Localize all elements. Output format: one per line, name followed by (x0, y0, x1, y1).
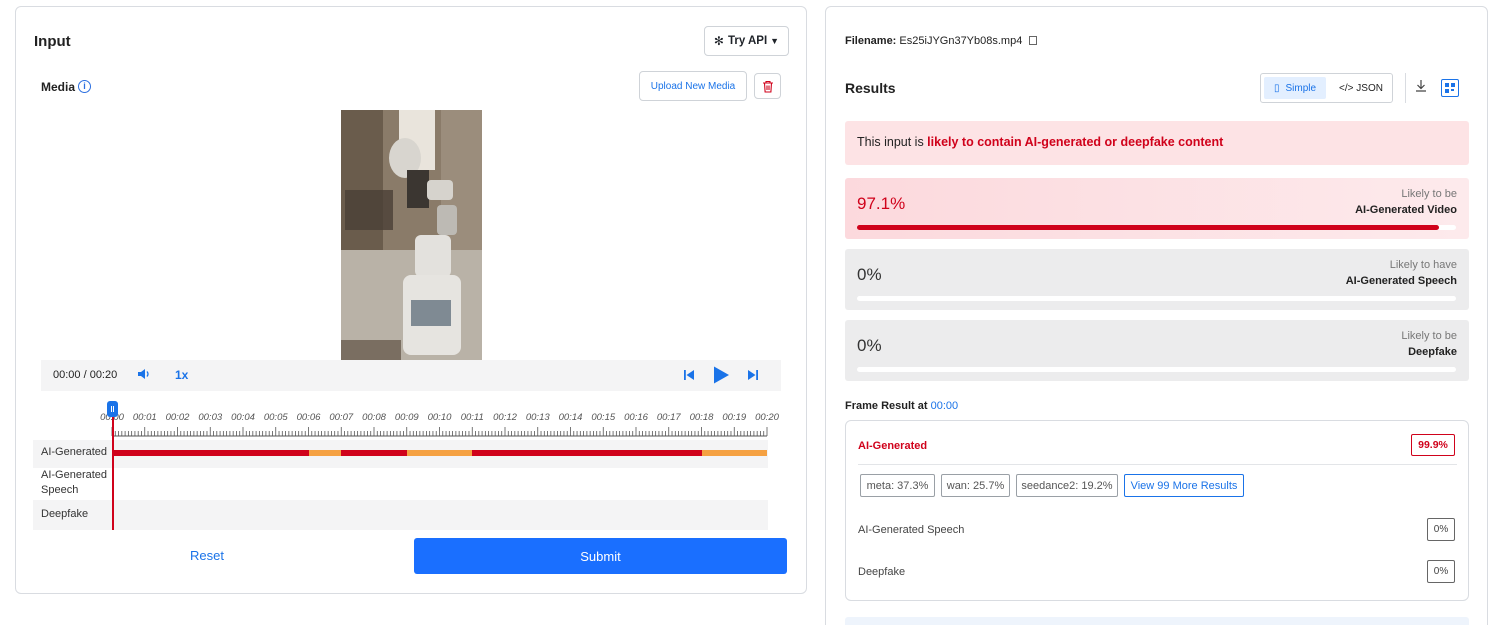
score-pct-deepfake: 0% (857, 336, 882, 355)
score-bar-ai-video (857, 225, 1456, 230)
frame-result-label: Frame Result at (845, 400, 931, 412)
view-simple-label: Simple (1285, 82, 1317, 94)
frame-speech-pct-badge: 0% (1427, 518, 1455, 541)
score-line2-ai-speech: AI-Generated Speech (1345, 275, 1457, 287)
timeline-ticks (111, 427, 768, 437)
download-icon[interactable] (1414, 79, 1428, 98)
submit-button[interactable]: Submit (414, 538, 787, 574)
results-title: Results (845, 80, 896, 96)
playhead-handle[interactable] (107, 401, 118, 417)
view-toggle: ▯ Simple </> JSON (1260, 73, 1393, 103)
score-line1-deepfake: Likely to be (1401, 330, 1457, 342)
score-pct-ai-video: 97.1% (857, 194, 906, 213)
alert-prefix: This input is (857, 135, 928, 149)
row-label-ai-generated: AI-Generated (41, 446, 108, 458)
frame-ai-label: AI-Generated (858, 440, 928, 452)
track-deepfake (33, 500, 768, 530)
divider (1405, 73, 1406, 103)
view-more-results-button[interactable]: View 99 More Results (1124, 474, 1244, 497)
score-line1-ai-speech: Likely to have (1389, 259, 1457, 271)
model-chip-wan: wan: 25.7% (941, 474, 1010, 497)
copy-icon[interactable] (1029, 36, 1038, 45)
results-panel: Filename: Es25iJYGn37Yb08s.mp4 Results ▯… (825, 6, 1488, 625)
score-card-deepfake: 0% Likely to be Deepfake (845, 320, 1469, 381)
row-label-deepfake: Deepfake (41, 508, 89, 520)
model-chip-meta: meta: 37.3% (860, 474, 935, 497)
score-bar-ai-speech (857, 296, 1456, 301)
frame-result-card: AI-Generated 99.9% meta: 37.3% wan: 25.7… (845, 420, 1469, 601)
score-line1-ai-video: Likely to be (1401, 188, 1457, 200)
view-simple-tab[interactable]: ▯ Simple (1264, 77, 1326, 99)
ai-generated-segment-medium (308, 450, 342, 456)
row-label-ai-speech: AI-Generated Speech (41, 469, 108, 496)
frame-result-heading: Frame Result at 00:00 (845, 400, 958, 412)
next-section-peek (845, 617, 1469, 625)
ai-generated-segment-high (112, 450, 309, 456)
qr-code-icon[interactable] (1441, 79, 1459, 97)
frame-divider (858, 464, 1457, 465)
score-pct-ai-speech: 0% (857, 265, 882, 284)
frame-result-time[interactable]: 00:00 (931, 400, 959, 412)
ai-generated-segment-medium (406, 450, 473, 456)
frame-deepfake-pct-badge: 0% (1427, 560, 1455, 583)
filename-value: Es25iJYGn37Yb08s.mp4 (899, 35, 1023, 47)
filename-label: Filename: (845, 35, 897, 47)
view-json-tab[interactable]: </> JSON (1331, 77, 1391, 99)
list-icon: ▯ (1273, 82, 1280, 94)
reset-button[interactable]: Reset (190, 548, 224, 563)
frame-speech-label: AI-Generated Speech (858, 524, 965, 536)
ai-generated-segment-high (341, 450, 407, 456)
ai-generated-segment-high (472, 450, 702, 456)
filename-row: Filename: Es25iJYGn37Yb08s.mp4 (845, 35, 1038, 47)
score-card-ai-speech: 0% Likely to have AI-Generated Speech (845, 249, 1469, 310)
score-card-ai-video: 97.1% Likely to be AI-Generated Video (845, 178, 1469, 239)
ai-generated-segment-medium (701, 450, 767, 456)
score-line2-ai-video: AI-Generated Video (1355, 204, 1457, 216)
result-alert: This input is likely to contain AI-gener… (845, 121, 1469, 165)
score-bar-deepfake (857, 367, 1456, 372)
model-chip-seedance2: seedance2: 19.2% (1016, 474, 1118, 497)
alert-emphasis: likely to contain AI-generated or deepfa… (927, 135, 1224, 149)
playhead-line (112, 412, 114, 530)
score-line2-deepfake: Deepfake (1408, 346, 1457, 358)
frame-deepfake-label: Deepfake (858, 566, 906, 578)
frame-ai-pct-badge: 99.9% (1411, 434, 1455, 456)
